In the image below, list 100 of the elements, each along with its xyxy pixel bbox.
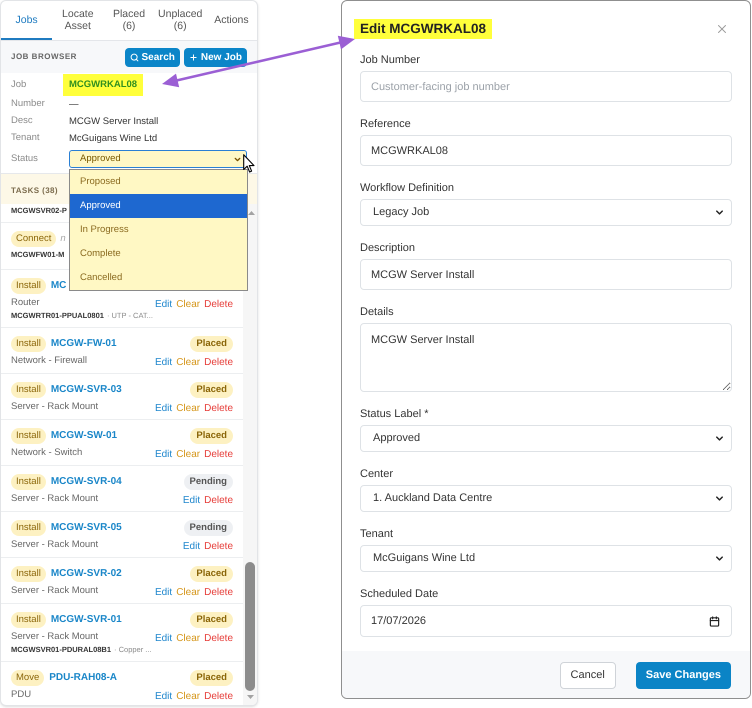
cancel-button[interactable]: Cancel — [560, 662, 616, 688]
clear-link[interactable]: Clear — [176, 298, 200, 311]
text-area[interactable]: MCGW Server Install — [360, 323, 732, 392]
clear-link[interactable]: Clear — [176, 690, 200, 703]
task-type-badge: Install — [11, 382, 46, 398]
section-title: JOB BROWSER — [11, 51, 77, 63]
save-button[interactable]: Save Changes — [636, 662, 731, 688]
task-type-badge: Install — [11, 474, 46, 490]
date-input[interactable]: 17/07/2026 — [360, 605, 732, 637]
task-type-badge: Install — [11, 520, 46, 536]
status-badge: Placed — [190, 670, 233, 686]
calendar-icon[interactable] — [709, 616, 720, 626]
delete-link[interactable]: Delete — [204, 448, 233, 461]
task-type-badge: Connect — [11, 231, 56, 247]
dropdown-select[interactable]: Legacy Job — [360, 199, 732, 226]
asset-link[interactable]: MCGW-SW-01 — [50, 428, 118, 444]
dropdown-option[interactable]: Approved — [70, 194, 247, 218]
asset-type-text: Server - Rack Mount — [11, 630, 98, 643]
edit-link[interactable]: Edit — [182, 494, 200, 507]
status-badge: Placed — [190, 428, 233, 444]
dropdown-select[interactable]: McGuigans Wine Ltd — [360, 545, 732, 572]
clear-link[interactable]: Clear — [176, 356, 200, 369]
asset-link[interactable]: MCGW-SVR-01 — [50, 612, 122, 628]
tab[interactable]: Unplaced (6) — [154, 1, 206, 40]
asset-link[interactable]: MCGW-SVR-05 — [50, 520, 122, 536]
status-select[interactable]: Approved — [69, 150, 247, 168]
status-badge: Placed — [190, 566, 233, 582]
search-icon — [130, 52, 139, 62]
asset-type-text: PDU — [11, 688, 32, 701]
asset-type-text: Server - Rack Mount — [11, 400, 98, 413]
edit-link[interactable]: Edit — [154, 632, 172, 645]
delete-link[interactable]: Delete — [204, 586, 233, 599]
tab[interactable]: Placed (6) — [103, 1, 155, 40]
scrollbar[interactable] — [243, 204, 257, 705]
scroll-up-arrow-icon[interactable] — [248, 211, 255, 215]
mouse-pointer-icon — [243, 154, 255, 173]
edit-link[interactable]: Edit — [154, 356, 172, 369]
search-button[interactable]: Search — [124, 48, 180, 66]
delete-link[interactable]: Delete — [204, 356, 233, 369]
dropdown-option[interactable]: In Progress — [70, 218, 247, 242]
asset-type-text: Network - Switch — [11, 446, 82, 459]
asset-type-text: Network - Firewall — [11, 354, 88, 367]
text-input[interactable]: MCGW Server Install — [360, 259, 732, 290]
asset-link[interactable]: MCGW-SVR-04 — [50, 474, 122, 490]
clear-link[interactable]: Clear — [176, 448, 200, 461]
edit-link[interactable]: Edit — [154, 402, 172, 415]
clear-link[interactable]: Clear — [176, 402, 200, 415]
delete-link[interactable]: Delete — [204, 540, 233, 553]
field-value: MCGW Server Install — [69, 114, 158, 128]
asset-link[interactable]: MCGW-SVR-03 — [50, 382, 122, 398]
delete-link[interactable]: Delete — [204, 632, 233, 645]
asset-link[interactable]: PDU-RAH08-A — [49, 670, 118, 686]
status-badge: Placed — [190, 612, 233, 628]
edit-link[interactable]: Edit — [154, 448, 172, 461]
delete-link[interactable]: Delete — [204, 402, 233, 415]
asset-link[interactable]: MC — [50, 278, 66, 294]
field-value: — — [69, 98, 78, 112]
delete-link[interactable]: Delete — [204, 494, 233, 507]
task-type-badge: Install — [11, 278, 46, 294]
field-label: Description — [360, 241, 416, 256]
status-badge: Placed — [190, 336, 233, 352]
tab[interactable]: Actions — [206, 1, 257, 40]
scroll-down-arrow-icon[interactable] — [246, 695, 254, 699]
field-label: Status Label * — [360, 407, 430, 422]
asset-link[interactable]: MCGW-FW-01 — [50, 336, 117, 352]
delete-link[interactable]: Delete — [204, 690, 233, 703]
chevron-down-icon — [233, 154, 242, 164]
plus-icon — [188, 52, 198, 62]
tab[interactable]: Locate Asset — [52, 1, 104, 40]
field-label: Tenant — [11, 131, 41, 146]
clear-link[interactable]: Clear — [176, 632, 200, 645]
dropdown-option[interactable]: Proposed — [70, 170, 247, 194]
clear-link[interactable]: Clear — [176, 586, 200, 599]
task-type-badge: Install — [11, 612, 46, 628]
status-badge: Pending — [184, 520, 233, 536]
field-label: Job Number — [360, 53, 421, 68]
field-label: Number — [11, 97, 46, 112]
text-input[interactable]: Customer-facing job number — [360, 71, 732, 102]
task-type-badge: Install — [11, 336, 46, 352]
delete-link[interactable]: Delete — [204, 298, 233, 311]
edit-link[interactable]: Edit — [154, 690, 172, 703]
note-text: n — [60, 232, 66, 246]
field-label: Job — [11, 78, 28, 92]
asset-link[interactable]: MCGW-SVR-02 — [50, 566, 122, 582]
text-input[interactable]: MCGWRKAL08 — [360, 135, 732, 166]
add-button[interactable]: New Job — [184, 48, 247, 66]
field-label: Reference — [360, 117, 412, 132]
close-icon[interactable] — [715, 22, 729, 36]
scrollbar-thumb[interactable] — [245, 562, 255, 691]
dropdown-option[interactable]: Cancelled — [70, 266, 247, 290]
field-label: Status — [11, 152, 39, 166]
edit-link[interactable]: Edit — [154, 298, 172, 311]
task-type-badge: Install — [11, 566, 46, 582]
dropdown-option[interactable]: Complete — [70, 242, 247, 266]
edit-link[interactable]: Edit — [182, 540, 200, 553]
edit-link[interactable]: Edit — [154, 586, 172, 599]
dropdown-select[interactable]: Approved — [360, 425, 732, 452]
field-value: MCGWRKAL08 — [63, 74, 144, 96]
dropdown-select[interactable]: 1. Auckland Data Centre — [360, 485, 732, 512]
asset-type-text: Router — [11, 296, 40, 309]
